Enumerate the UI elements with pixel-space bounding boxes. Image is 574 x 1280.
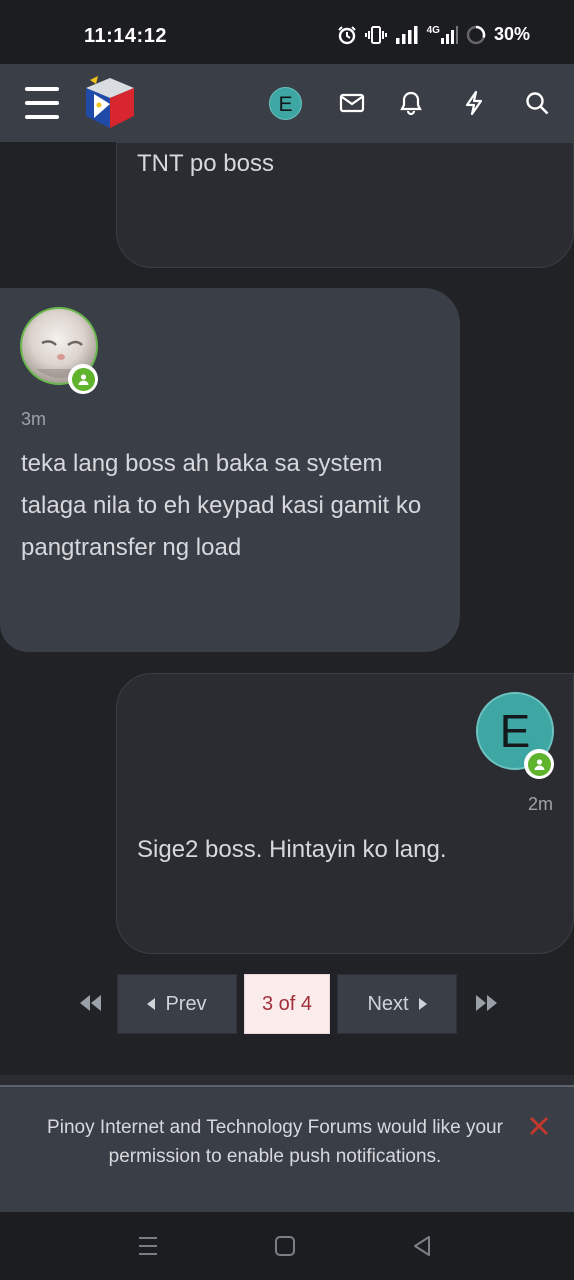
home-icon[interactable] [272,1233,298,1259]
push-notification-banner: Pinoy Internet and Technology Forums wou… [0,1087,574,1212]
prev-label: Prev [165,992,207,1015]
bolt-icon[interactable] [461,90,487,116]
caret-right-icon [418,998,427,1010]
message-text: teka lang boss ah baka sa system talaga … [21,450,422,561]
app-header: E [0,64,574,142]
battery-level: 30% [493,24,530,44]
prev-page-button[interactable]: Prev [117,974,237,1034]
divider [0,1075,574,1087]
message-text: Sige2 boss. Hintayin ko lang. [137,836,447,863]
status-time: 11:14:12 [84,25,167,47]
alarm-icon [337,25,357,45]
menu-icon[interactable] [25,87,59,119]
message-text: TNT po boss [137,150,274,177]
signal-icon [395,25,419,44]
status-icons: 4G 30% [337,24,530,45]
online-status-icon [68,364,98,394]
envelope-icon[interactable] [339,90,365,116]
current-page[interactable]: 3 of 4 [244,974,330,1034]
online-status-icon [524,749,554,779]
last-page-icon[interactable] [473,991,499,1015]
user-avatar[interactable]: E [269,87,302,120]
vibrate-icon [364,25,387,45]
bell-icon[interactable] [398,90,424,116]
message-time: 2m [527,794,553,814]
back-icon[interactable] [409,1233,435,1259]
close-icon[interactable] [528,1115,550,1137]
battery-icon [466,25,486,45]
message-bubble-own: TNT po boss [116,142,574,268]
recent-apps-icon[interactable] [135,1233,161,1259]
caret-left-icon [147,998,156,1010]
network-type: 4G [426,24,440,36]
status-bar: 11:14:12 4G 30% [0,0,574,64]
message-time: 3m [21,409,47,429]
next-page-button[interactable]: Next [337,974,457,1034]
system-nav-bar [0,1212,574,1280]
next-label: Next [367,992,409,1015]
forum-logo[interactable] [82,74,138,132]
first-page-icon[interactable] [78,991,104,1015]
network-4g-icon: 4G [426,24,458,44]
pagination: Prev 3 of 4 Next [0,973,574,1035]
push-prompt-text[interactable]: Pinoy Internet and Technology Forums wou… [30,1113,520,1171]
search-icon[interactable] [524,90,550,116]
